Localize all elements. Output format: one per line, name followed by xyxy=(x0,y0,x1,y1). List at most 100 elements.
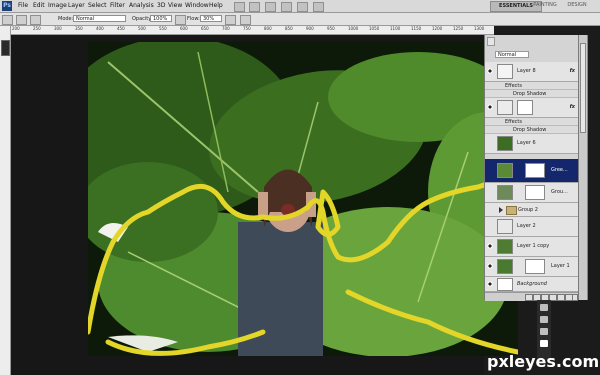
ruler-tick-label: 400 xyxy=(96,26,104,31)
brush-tool-icon[interactable] xyxy=(2,15,13,25)
eraser-icon[interactable] xyxy=(540,316,548,323)
layer-row[interactable]: Layer 8 fx xyxy=(485,62,578,82)
fx-icon[interactable]: fx xyxy=(570,68,575,74)
visibility-eye-icon[interactable] xyxy=(487,68,493,74)
new-group-icon[interactable] xyxy=(557,294,565,301)
layer-row[interactable]: Layer 2 xyxy=(485,217,578,237)
layers-tab[interactable] xyxy=(487,37,495,46)
color-swatch-icon[interactable] xyxy=(540,340,548,347)
ruler-tick-label: 1050 xyxy=(369,26,380,31)
zoom-icon[interactable] xyxy=(540,328,548,335)
horizontal-ruler: 200 250 300 350 400 450 500 550 600 650 700 750 800 8… xyxy=(10,26,494,35)
brush-panel-icon[interactable] xyxy=(30,15,41,25)
ruler-tick-label: 750 xyxy=(243,26,251,31)
bridge-icon[interactable] xyxy=(234,2,245,12)
brush-icon[interactable] xyxy=(540,304,548,311)
effects-row[interactable]: Effects xyxy=(485,118,578,126)
airbrush-icon[interactable] xyxy=(225,15,236,25)
effects-label: Effects xyxy=(505,119,522,125)
visibility-eye-icon[interactable] xyxy=(487,243,493,249)
layers-scrollbar[interactable] xyxy=(579,35,588,300)
menu-edit[interactable]: Edit xyxy=(33,2,45,9)
blend-mode-select[interactable]: Normal xyxy=(495,51,529,58)
flow-label: Flow: xyxy=(187,16,200,22)
document-canvas[interactable] xyxy=(88,42,518,356)
flow-field[interactable]: 30% xyxy=(200,15,222,22)
visibility-eye-icon[interactable] xyxy=(487,223,493,229)
vertical-ruler xyxy=(0,26,11,375)
mode-select[interactable]: Normal xyxy=(73,15,126,22)
visibility-eye-icon[interactable] xyxy=(487,207,493,213)
layer-row[interactable]: Background xyxy=(485,277,578,292)
effect-row[interactable]: Drop Shadow xyxy=(485,126,578,134)
layer-row[interactable]: fx xyxy=(485,98,578,118)
expand-group-icon[interactable] xyxy=(499,207,503,213)
ruler-tick-label: 850 xyxy=(285,26,293,31)
visibility-eye-icon[interactable] xyxy=(487,104,493,110)
hand-icon[interactable] xyxy=(281,2,292,12)
layer-thumbnail xyxy=(497,136,513,151)
fx-icon[interactable]: fx xyxy=(570,104,575,110)
visibility-eye-icon[interactable] xyxy=(487,263,493,269)
menu-image[interactable]: Image xyxy=(48,2,67,9)
screen-mode-icon[interactable] xyxy=(313,2,324,12)
layer-thumbnail xyxy=(497,278,513,291)
menu-window[interactable]: Window xyxy=(185,2,209,9)
menu-layer[interactable]: Layer xyxy=(68,2,85,9)
layer-name: Layer 2 xyxy=(517,223,536,229)
menu-3d[interactable]: 3D xyxy=(157,2,165,9)
layers-panel-footer xyxy=(485,292,578,301)
menu-view[interactable]: View xyxy=(168,2,182,9)
ruler-tick-label: 600 xyxy=(180,26,188,31)
layer-thumbnail xyxy=(497,64,513,79)
menu-filter[interactable]: Filter xyxy=(110,2,125,9)
ruler-tick-label: 800 xyxy=(264,26,272,31)
zoom-level-icon[interactable] xyxy=(265,2,276,12)
layers-panel: Normal Layer 8 fx Effects Drop Shadow fx… xyxy=(484,35,579,301)
arrange-docs-icon[interactable] xyxy=(297,2,308,12)
ruler-tick-label: 1250 xyxy=(453,26,464,31)
brush-preset-icon[interactable] xyxy=(16,15,27,25)
group-row[interactable]: Group 2 xyxy=(485,203,578,217)
mode-label: Mode: xyxy=(58,16,74,22)
workspace-painting-button[interactable]: PAINTING xyxy=(528,1,562,10)
visibility-eye-icon[interactable] xyxy=(487,165,493,171)
watermark: pxleyes.com xyxy=(487,352,600,371)
link-layers-icon[interactable] xyxy=(525,294,533,301)
menu-file[interactable]: File xyxy=(18,2,28,9)
menu-bar: Ps File Edit Image Layer Select Filter A… xyxy=(0,0,600,13)
drop-shadow-label: Drop Shadow xyxy=(513,127,547,133)
scroll-thumb[interactable] xyxy=(580,43,586,133)
delete-layer-icon[interactable] xyxy=(572,294,578,301)
ruler-tick-label: 650 xyxy=(201,26,209,31)
photoshop-logo: Ps xyxy=(2,1,12,11)
layer-row[interactable]: Layer 1 copy xyxy=(485,237,578,257)
ruler-tick-label: 1200 xyxy=(432,26,443,31)
visibility-eye-icon[interactable] xyxy=(487,140,493,146)
layer-name: Grou... xyxy=(551,189,568,195)
group-name: Group 2 xyxy=(518,207,538,213)
layer-row[interactable]: Layer 1 xyxy=(485,257,578,277)
mini-tool-strip xyxy=(537,300,551,360)
layer-mask-thumbnail xyxy=(525,163,545,178)
layer-name: Gree... xyxy=(551,167,568,173)
menu-help[interactable]: Help xyxy=(209,2,223,9)
tools-panel-collapsed[interactable] xyxy=(1,40,10,56)
menu-select[interactable]: Select xyxy=(88,2,107,9)
layer-row-selected[interactable]: Gree... xyxy=(485,159,578,183)
effects-label: Effects xyxy=(505,83,522,89)
pressure-opacity-icon[interactable] xyxy=(175,15,186,25)
layer-row[interactable]: Grou... xyxy=(485,183,578,203)
minibridge-icon[interactable] xyxy=(249,2,260,12)
workspace-design-button[interactable]: DESIGN xyxy=(563,1,591,10)
menu-analysis[interactable]: Analysis xyxy=(129,2,154,9)
opacity-field[interactable]: 100% xyxy=(150,15,172,22)
effect-row[interactable]: Drop Shadow xyxy=(485,90,578,98)
effects-row[interactable]: Effects xyxy=(485,82,578,90)
visibility-eye-icon[interactable] xyxy=(487,281,493,287)
layer-thumbnail xyxy=(497,219,513,234)
layer-row[interactable]: Layer 6 xyxy=(485,134,578,154)
pressure-size-icon[interactable] xyxy=(240,15,251,25)
photo-artwork xyxy=(88,42,518,356)
visibility-eye-icon[interactable] xyxy=(487,189,493,195)
